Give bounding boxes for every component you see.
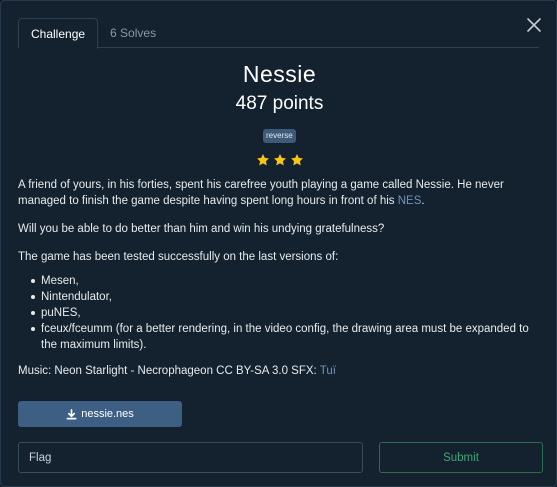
list-item: puNES, xyxy=(18,305,541,321)
star-icon xyxy=(256,154,269,166)
description-paragraph: Will you be able to do better than him a… xyxy=(18,223,385,235)
challenge-points: 487 points xyxy=(235,93,324,114)
emulator-list: Mesen, Nintendulator, puNES, fceux/fceum… xyxy=(18,273,541,353)
tab-challenge[interactable]: Challenge xyxy=(18,18,99,49)
submit-button[interactable]: Submit xyxy=(379,442,543,473)
challenge-modal: Challenge 6 Solves Nessie 487 points rev… xyxy=(0,0,557,487)
download-icon xyxy=(66,408,77,419)
description-text: A friend of yours, in his forties, spent… xyxy=(18,179,504,207)
list-item: fceux/fceumm (for a better rendering, in… xyxy=(18,321,541,353)
list-item: Nintendulator, xyxy=(18,289,541,305)
difficulty-rating xyxy=(1,153,557,167)
star-icon xyxy=(273,154,286,166)
description-text: . xyxy=(421,195,425,207)
download-button[interactable]: nessie.nes xyxy=(18,401,182,427)
download-label: nessie.nes xyxy=(81,408,134,420)
description-paragraph: The game has been tested successfully on… xyxy=(18,251,339,263)
star-icon xyxy=(290,154,303,166)
flag-input[interactable] xyxy=(18,442,363,473)
tab-solves[interactable]: 6 Solves xyxy=(98,18,168,48)
description-paragraph: A friend of yours, in his forties, spent… xyxy=(18,177,541,209)
challenge-description: A friend of yours, in his forties, spent… xyxy=(18,177,541,391)
music-credits: Music: Neon Starlight - Necrophageon CC … xyxy=(18,363,541,379)
list-item: Mesen, xyxy=(18,273,541,289)
sfx-credit-link[interactable]: Tuï xyxy=(320,365,336,377)
challenge-title: Nessie xyxy=(242,61,317,87)
tab-bar: Challenge 6 Solves xyxy=(18,18,539,49)
nes-link[interactable]: NES xyxy=(398,195,422,207)
category-tag: reverse xyxy=(263,129,296,143)
credits-text: Music: Neon Starlight - Necrophageon CC … xyxy=(18,365,320,377)
